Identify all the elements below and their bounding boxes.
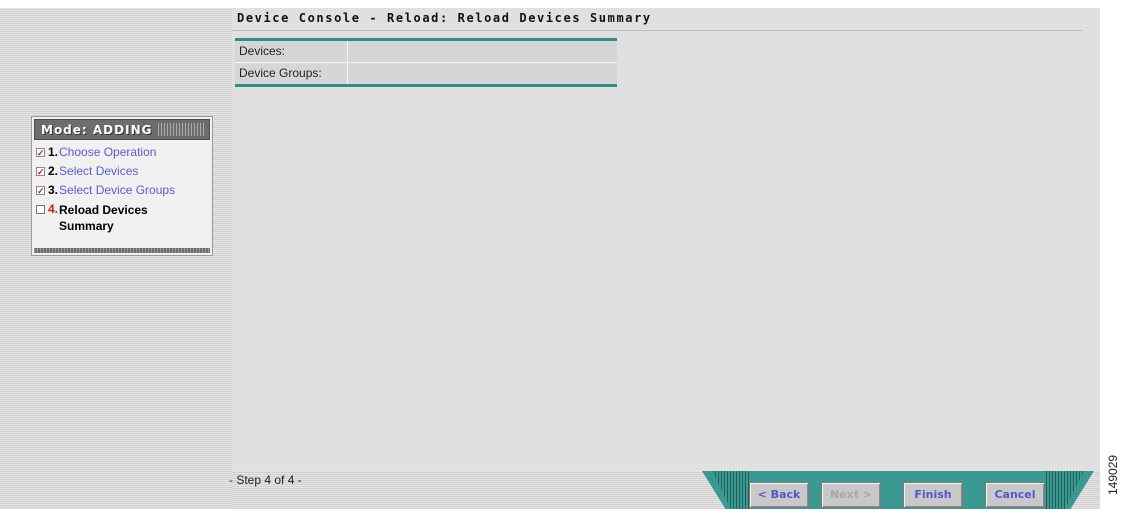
summary-value [348, 41, 617, 62]
summary-label: Device Groups: [235, 63, 348, 84]
button-tray: < Back Next > Finish Cancel [702, 471, 1094, 509]
wizard-step-1[interactable]: ✓ 1. Choose Operation [36, 145, 212, 164]
checked-icon: ✓ [36, 148, 45, 158]
wizard-window: Mode: ADDING ✓ 1. Choose Operation ✓ 2. … [0, 8, 1100, 517]
left-sidebar: Mode: ADDING ✓ 1. Choose Operation ✓ 2. … [0, 8, 232, 509]
step-link-choose-operation[interactable]: Choose Operation [59, 145, 156, 159]
summary-row-devices: Devices: [235, 41, 617, 63]
summary-row-device-groups: Device Groups: [235, 63, 617, 84]
title-divider [232, 30, 1082, 31]
wizard-steps-panel: Mode: ADDING ✓ 1. Choose Operation ✓ 2. … [31, 116, 213, 256]
wizard-step-2[interactable]: ✓ 2. Select Devices [36, 164, 212, 183]
checked-icon: ✓ [36, 167, 45, 177]
checked-icon: ✓ [36, 186, 45, 196]
back-button[interactable]: < Back [749, 482, 809, 508]
step-link-select-device-groups[interactable]: Select Device Groups [59, 183, 175, 197]
step-label-line1: Reload Devices [59, 203, 148, 217]
figure-id-text: 149029 [1106, 454, 1120, 495]
step-number-current: 4. [48, 202, 59, 216]
tray-decoration-right [1046, 471, 1084, 509]
step-label-current: Reload Devices Summary [59, 202, 148, 234]
summary-value [348, 63, 617, 84]
step-number: 1. [48, 145, 59, 159]
step-number: 2. [48, 164, 59, 178]
wizard-step-3[interactable]: ✓ 3. Select Device Groups [36, 183, 212, 202]
mode-bar-decoration [158, 123, 205, 136]
step-label-line2: Summary [59, 219, 114, 233]
next-button[interactable]: Next > [821, 482, 881, 508]
step-link-select-devices[interactable]: Select Devices [59, 164, 138, 178]
step-counter: - Step 4 of 4 - [229, 473, 302, 487]
wizard-panel-footer-decoration [34, 248, 210, 253]
figure-id: 149029 [1105, 430, 1120, 510]
finish-button[interactable]: Finish [903, 482, 963, 508]
cancel-button[interactable]: Cancel [985, 482, 1045, 508]
wizard-footer: - Step 4 of 4 - < Back Next > Finish Can… [229, 471, 1100, 509]
summary-table: Devices: Device Groups: [235, 38, 617, 87]
step-number: 3. [48, 183, 59, 197]
wizard-step-4: 4. Reload Devices Summary [36, 202, 212, 236]
wizard-step-list: ✓ 1. Choose Operation ✓ 2. Select Device… [32, 142, 212, 236]
mode-label: Mode: ADDING [41, 122, 153, 137]
page-title: Device Console - Reload: Reload Devices … [237, 11, 652, 25]
tray-decoration-left [712, 471, 750, 509]
mode-bar: Mode: ADDING [34, 119, 210, 140]
summary-label: Devices: [235, 41, 348, 62]
unchecked-icon [36, 205, 45, 214]
main-content: Device Console - Reload: Reload Devices … [232, 8, 1100, 471]
